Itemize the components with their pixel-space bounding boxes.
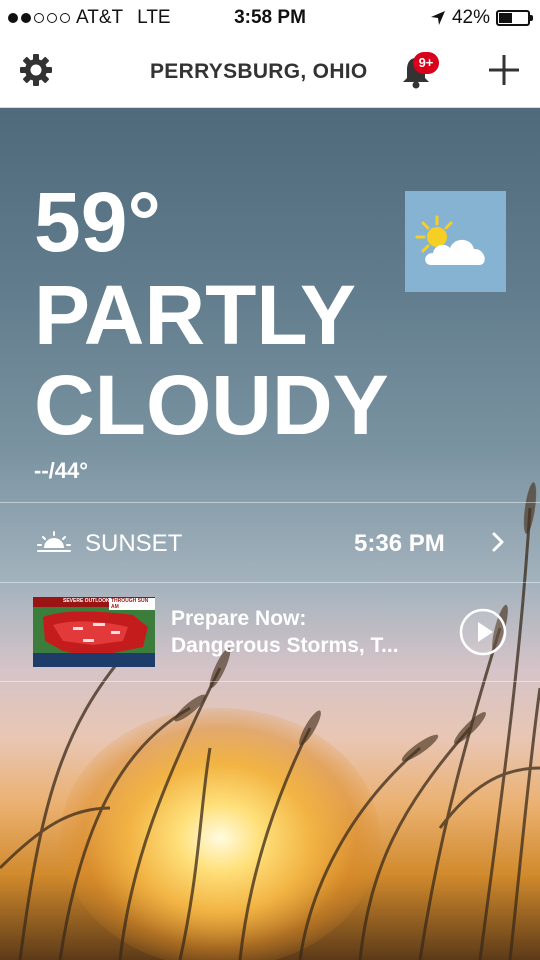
plus-icon[interactable] bbox=[486, 52, 522, 88]
video-thumbnail[interactable]: SEVERE OUTLOOK THROUGH SUN AM bbox=[33, 597, 155, 667]
condition-line-1: PARTLY bbox=[34, 268, 357, 362]
sunset-icon bbox=[37, 531, 71, 552]
video-story-row[interactable]: SEVERE OUTLOOK THROUGH SUN AM Prepare No… bbox=[0, 583, 540, 681]
condition-icon-tile bbox=[405, 191, 506, 292]
battery-fill bbox=[499, 13, 512, 23]
hi-lo-temperature: --/44° bbox=[34, 458, 89, 483]
video-title[interactable]: Prepare Now: Dangerous Storms, T... bbox=[171, 605, 441, 659]
status-bar: AT&T LTE 3:58 PM 42% bbox=[0, 0, 540, 36]
thumbnail-header-left: SEVERE OUTLOOK bbox=[63, 598, 110, 604]
sunset-time: 5:36 PM bbox=[354, 530, 445, 557]
condition-line-2: CLOUDY bbox=[34, 358, 389, 452]
video-title-line-1: Prepare Now: bbox=[171, 607, 307, 630]
app-header: PERRYSBURG, OHIO 9+ bbox=[0, 36, 540, 108]
video-title-line-2: Dangerous Storms, T... bbox=[171, 634, 399, 657]
location-title[interactable]: PERRYSBURG, OHIO bbox=[150, 60, 368, 84]
battery-percent: 42% bbox=[451, 7, 490, 28]
chevron-right-icon[interactable] bbox=[490, 530, 506, 554]
partly-cloudy-icon bbox=[415, 215, 485, 265]
divider bbox=[0, 681, 540, 682]
sunset-row[interactable]: SUNSET 5:36 PM bbox=[0, 502, 540, 582]
thumbnail-header-right: THROUGH SUN AM bbox=[109, 598, 155, 610]
condition-text: PARTLY CLOUDY bbox=[34, 270, 394, 450]
sunset-label: SUNSET bbox=[85, 530, 183, 557]
battery-icon bbox=[496, 10, 533, 26]
gear-icon[interactable] bbox=[18, 52, 54, 88]
current-temperature: 59° bbox=[34, 175, 162, 269]
location-arrow-icon bbox=[430, 11, 445, 25]
status-right: 42% bbox=[430, 7, 533, 29]
play-icon[interactable] bbox=[459, 608, 507, 656]
notification-badge: 9+ bbox=[413, 52, 439, 74]
